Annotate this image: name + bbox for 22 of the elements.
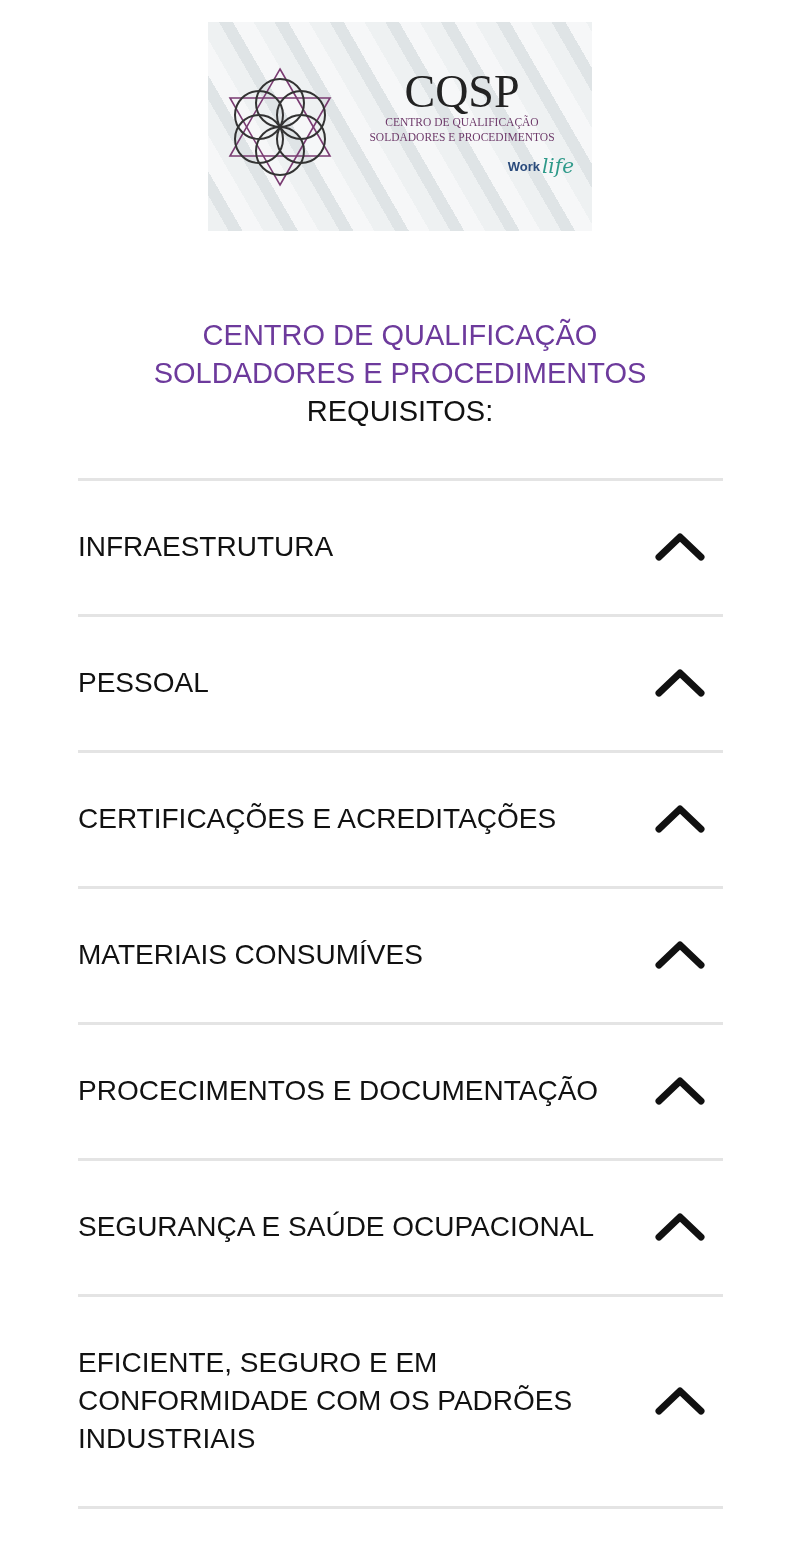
section-title: CENTRO DE QUALIFICAÇÃO	[202, 317, 598, 353]
accordion-header[interactable]: SEGURANÇA E SAÚDE OCUPACIONAL	[78, 1161, 723, 1297]
section-title: SOLDADORES E PROCEDIMENTOS	[153, 356, 647, 391]
section-subtitle: REQUISITOS:	[306, 394, 494, 429]
accordion-header[interactable]: CERTIFICAÇÕES E ACREDITAÇÕES	[78, 753, 723, 889]
accordion-header[interactable]: PROCECIMENTOS E DOCUMENTAÇÃO	[78, 1025, 723, 1161]
chevron-up-icon	[655, 668, 705, 698]
accordion-header[interactable]: INFRAESTRUTURA	[78, 481, 723, 617]
logo-subtitle: CENTRO DE QUALIFICAÇÃO	[385, 114, 539, 130]
chevron-up-icon	[655, 804, 705, 834]
chevron-up-icon	[655, 1076, 705, 1106]
chevron-up-icon	[655, 940, 705, 970]
accordion-header[interactable]: PESSOAL	[78, 617, 723, 753]
chevron-up-icon	[655, 1386, 705, 1416]
logo-acronym: CQSP	[404, 68, 520, 115]
chevron-up-icon	[655, 532, 705, 562]
logo-work-text: Work	[507, 158, 540, 174]
accordion-header[interactable]: EFICIENTE, SEGURO E EM CONFORMIDADE COM OS PADRÕES INDUSTRIAIS	[78, 1297, 723, 1509]
logo-life-text: life	[541, 154, 574, 179]
logo-subtitle: SOLDADORES E PROCEDIMENTOS	[369, 129, 555, 145]
accordion-header[interactable]: MATERIAIS CONSUMÍVES	[78, 889, 723, 1025]
chevron-up-icon	[655, 1212, 705, 1242]
